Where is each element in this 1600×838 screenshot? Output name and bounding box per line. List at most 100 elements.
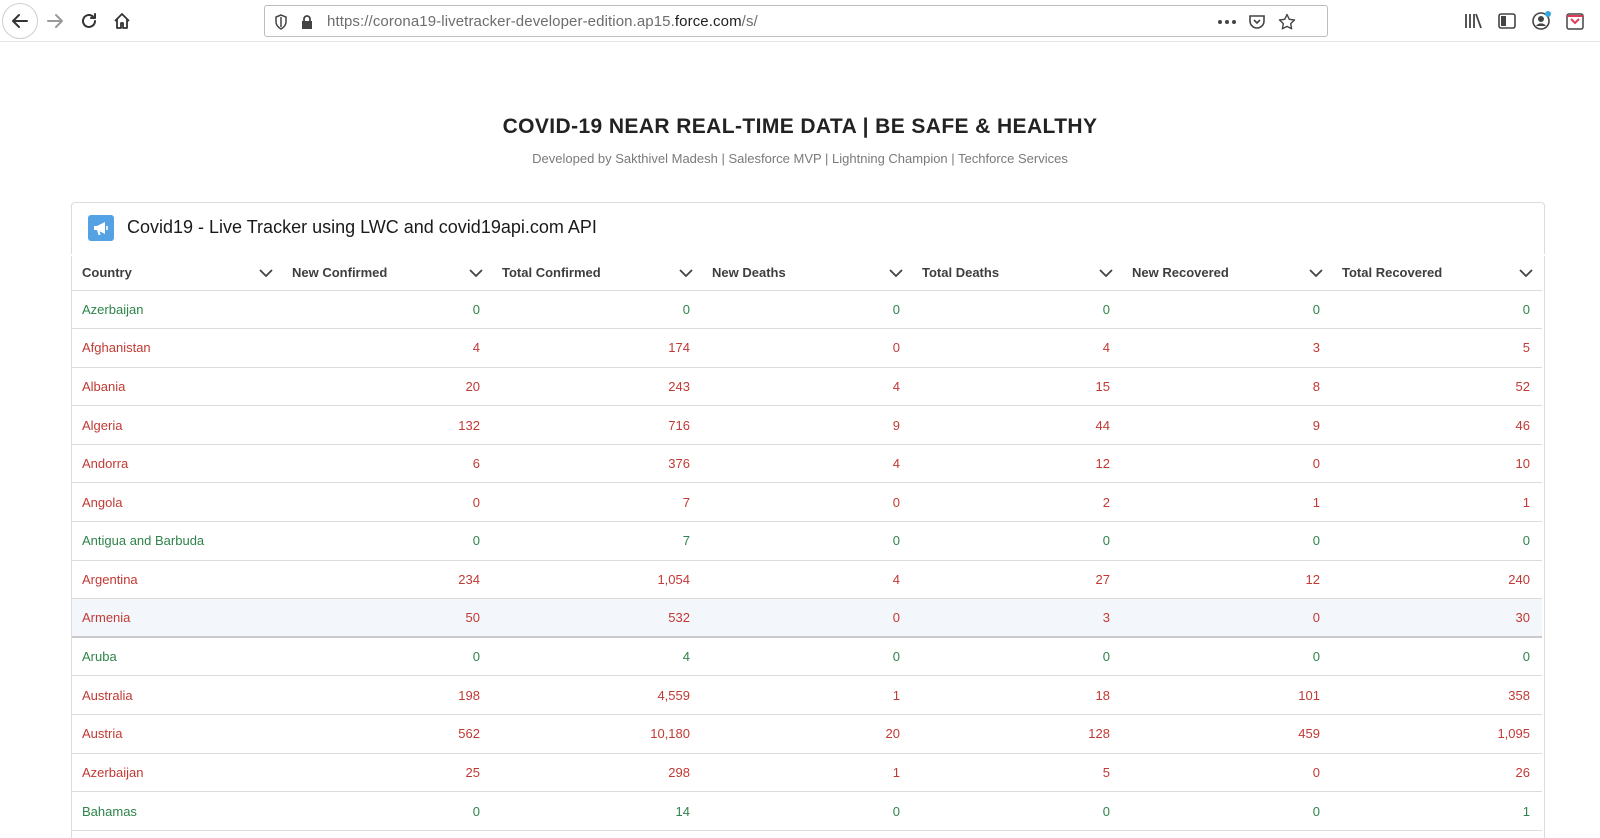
value-cell: 3 [1122, 328, 1332, 368]
value-cell: 0 [912, 521, 1122, 561]
column-header-new-confirmed[interactable]: New Confirmed [282, 256, 492, 291]
value-cell: 0 [282, 791, 492, 831]
arrow-right-icon [47, 14, 63, 28]
table-row: Armenia 50 532 0 3 0 30 [72, 598, 1542, 639]
value-cell: 9 [702, 405, 912, 445]
value-cell: 0 [912, 290, 1122, 330]
country-cell: Australia [72, 675, 282, 716]
back-button[interactable] [2, 3, 38, 39]
value-cell: 1 [1122, 482, 1332, 523]
value-cell: 14 [492, 791, 702, 831]
table-row: Albania 20 243 4 15 8 52 [72, 367, 1542, 407]
country-cell: Azerbaijan [72, 753, 282, 793]
forward-button[interactable] [38, 4, 72, 38]
more-actions-icon[interactable] [1216, 12, 1238, 32]
value-cell: 6 [282, 444, 492, 484]
column-header-new-recovered[interactable]: New Recovered [1122, 256, 1332, 291]
url-prefix: https://corona19-livetracker-developer-e… [327, 13, 675, 30]
table-row: Algeria 132 716 9 44 9 46 [72, 405, 1542, 445]
shield-icon[interactable] [271, 12, 291, 32]
value-cell: 1 [702, 675, 912, 716]
sidebar-icon[interactable] [1496, 10, 1518, 32]
value-cell: 0 [702, 791, 912, 831]
card-title: Covid19 - Live Tracker using LWC and cov… [127, 217, 597, 237]
country-cell: Angola [72, 482, 282, 523]
table-body: Azerbaijan 0 0 0 0 0 0 Afghanistan 4 174 0 4 3 5 Alban… [72, 290, 1542, 831]
table-row: Argentina 234 1,054 4 27 12 240 [72, 560, 1542, 600]
library-icon[interactable] [1462, 10, 1484, 32]
column-header-country[interactable]: Country [72, 256, 282, 291]
url-text[interactable]: https://corona19-livetracker-developer-e… [327, 13, 758, 30]
column-header-label: Total Confirmed [502, 265, 601, 281]
table-row: Austria 562 10,180 20 128 459 1,095 [72, 714, 1542, 754]
value-cell: 4 [492, 637, 702, 677]
column-header-total-confirmed[interactable]: Total Confirmed [492, 256, 702, 291]
value-cell: 0 [1122, 753, 1332, 793]
value-cell: 8 [1122, 367, 1332, 407]
column-header-total-deaths[interactable]: Total Deaths [912, 256, 1122, 291]
value-cell: 532 [492, 598, 702, 639]
table-header-row: Country New Confirmed Total Confirmed Ne… [72, 256, 1542, 291]
bookmark-star-icon[interactable] [1276, 12, 1298, 32]
country-cell: Algeria [72, 405, 282, 445]
account-icon[interactable] [1530, 10, 1552, 32]
value-cell: 5 [912, 753, 1122, 793]
card-header: Covid19 - Live Tracker using LWC and cov… [71, 202, 1545, 254]
value-cell: 1 [1332, 791, 1542, 831]
megaphone-icon [88, 215, 114, 241]
value-cell: 0 [1122, 521, 1332, 561]
value-cell: 1 [1332, 482, 1542, 523]
reload-button[interactable] [72, 4, 106, 38]
column-header-label: New Confirmed [292, 265, 388, 281]
value-cell: 26 [1332, 753, 1542, 793]
country-cell: Aruba [72, 637, 282, 677]
country-cell: Bahamas [72, 791, 282, 831]
value-cell: 44 [912, 405, 1122, 445]
table-row: Australia 198 4,559 1 18 101 358 [72, 675, 1542, 716]
value-cell: 4 [912, 328, 1122, 368]
value-cell: 0 [702, 290, 912, 330]
column-header-label: Total Deaths [922, 265, 1000, 281]
country-cell: Argentina [72, 560, 282, 600]
value-cell: 101 [1122, 675, 1332, 716]
value-cell: 234 [282, 560, 492, 600]
pocket-extension-icon[interactable] [1564, 10, 1586, 32]
value-cell: 716 [492, 405, 702, 445]
url-suffix: /s/ [741, 13, 758, 30]
lock-icon[interactable] [297, 12, 317, 32]
value-cell: 0 [702, 598, 912, 639]
value-cell: 0 [1122, 637, 1332, 677]
chevron-down-icon[interactable] [1518, 265, 1534, 281]
chevron-down-icon[interactable] [678, 265, 694, 281]
value-cell: 20 [702, 714, 912, 754]
column-header-new-deaths[interactable]: New Deaths [702, 256, 912, 291]
chevron-down-icon[interactable] [258, 265, 274, 281]
country-cell: Albania [72, 367, 282, 407]
value-cell: 4 [282, 328, 492, 368]
chevron-down-icon[interactable] [1308, 265, 1324, 281]
address-bar[interactable]: https://corona19-livetracker-developer-e… [264, 5, 1328, 37]
table-row: Azerbaijan 0 0 0 0 0 0 [72, 290, 1542, 330]
chevron-down-icon[interactable] [1098, 265, 1114, 281]
value-cell: 0 [702, 328, 912, 368]
value-cell: 25 [282, 753, 492, 793]
chevron-down-icon[interactable] [888, 265, 904, 281]
chevron-down-icon[interactable] [468, 265, 484, 281]
pocket-icon[interactable] [1246, 12, 1268, 32]
value-cell: 30 [1332, 598, 1542, 639]
value-cell: 0 [702, 482, 912, 523]
value-cell: 20 [282, 367, 492, 407]
table-row: Azerbaijan 25 298 1 5 0 26 [72, 753, 1542, 793]
country-cell: Austria [72, 714, 282, 754]
value-cell: 1 [702, 753, 912, 793]
value-cell: 132 [282, 405, 492, 445]
value-cell: 358 [1332, 675, 1542, 716]
table-row: Aruba 0 4 0 0 0 0 [72, 637, 1542, 677]
value-cell: 562 [282, 714, 492, 754]
home-button[interactable] [105, 4, 139, 38]
browser-toolbar: https://corona19-livetracker-developer-e… [0, 0, 1600, 42]
country-cell: Azerbaijan [72, 290, 282, 330]
value-cell: 0 [912, 637, 1122, 677]
column-header-total-recovered[interactable]: Total Recovered [1332, 256, 1542, 291]
value-cell: 46 [1332, 405, 1542, 445]
